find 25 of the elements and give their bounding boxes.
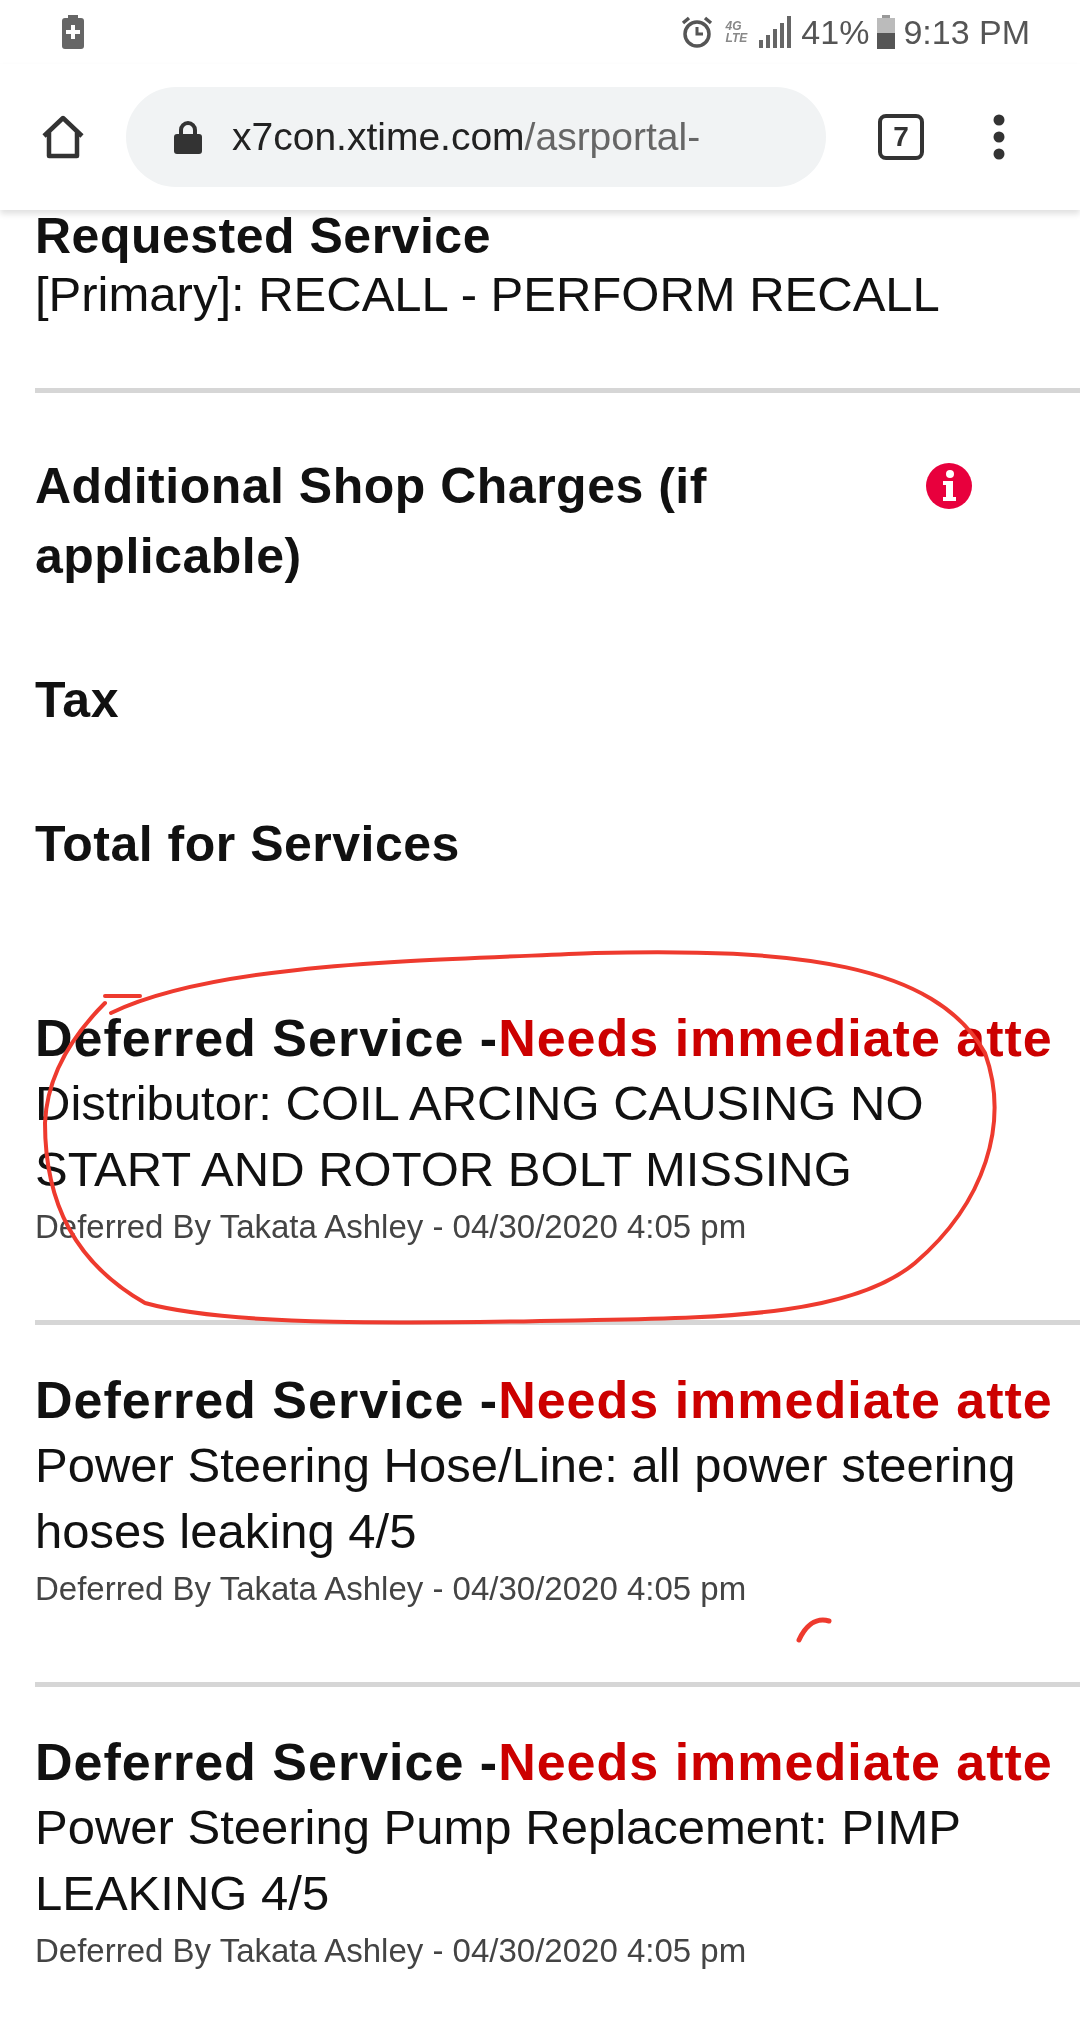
battery-icon: [877, 15, 896, 49]
deferred-by-text: Deferred By Takata Ashley - 04/30/2020 4:05 pm: [35, 1569, 748, 1609]
deferred-service-heading: Deferred Service -Needs immediate atte: [35, 1732, 1054, 1793]
charge-label: Total for Services: [35, 815, 461, 874]
charge-label: Additional Shop Charges (if applicable): [35, 457, 708, 586]
requested-service-value: [Primary]: RECALL - PERFORM RECALL: [35, 266, 941, 323]
clock-time: 9:13 PM: [903, 12, 1030, 52]
battery-saver-icon: [62, 15, 84, 49]
deferred-by-text: Deferred By Takata Ashley - 04/30/2020 4:05 pm: [35, 1931, 748, 1971]
address-bar[interactable]: x7con.xtime.com/asrportal-: [126, 87, 826, 187]
charge-label: Tax: [35, 671, 120, 730]
deferred-service-description: Power Steering Hose/Line: all power steering hoses leaking 4/5: [35, 1437, 1017, 1560]
deferred-service-description: Power Steering Pump Replacement: PIMP LEAKING 4/5: [35, 1799, 962, 1922]
signal-icon: [759, 16, 794, 48]
url-text: x7con.xtime.com/asrportal-: [232, 115, 701, 159]
network-type-label: 4G LTE: [725, 20, 748, 44]
battery-percent: 41%: [801, 12, 870, 52]
home-icon[interactable]: [40, 114, 86, 160]
lock-icon: [174, 120, 202, 154]
section-title: Requested Service: [35, 210, 492, 262]
info-icon[interactable]: [925, 462, 973, 510]
menu-icon[interactable]: [992, 114, 1006, 160]
deferred-service-heading: Deferred Service -Needs immediate atte: [35, 1370, 1054, 1431]
alarm-icon: [679, 15, 714, 49]
tab-count-button[interactable]: 7: [878, 114, 924, 160]
